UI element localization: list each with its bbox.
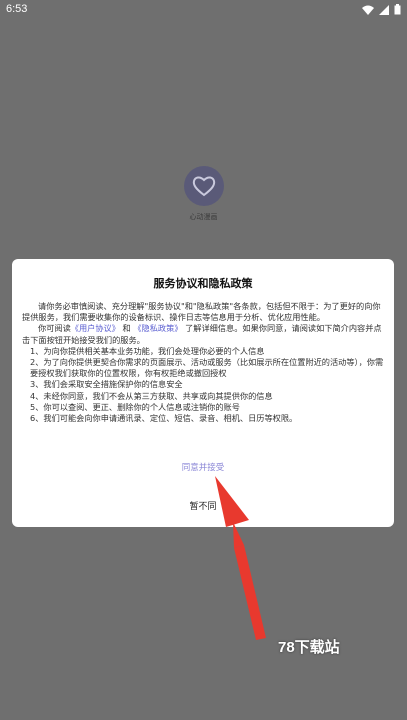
battery-icon <box>394 4 401 15</box>
app-logo <box>184 166 224 206</box>
heart-logo-icon <box>192 176 216 197</box>
list-item: 3、我们会采取安全措施保护你的信息安全 <box>30 379 183 390</box>
status-icons <box>362 4 401 15</box>
agree-button[interactable]: 同意并接受 <box>12 461 394 473</box>
signal-icon <box>379 4 389 15</box>
privacy-policy-link[interactable]: 《隐私政策》 <box>133 323 182 333</box>
status-bar: 6:53 <box>0 0 407 22</box>
list-item: 4、未经你同意，我们不会从第三方获取、共享或向其提供你的信息 <box>30 390 273 401</box>
wifi-icon <box>362 5 374 15</box>
read-prefix: 你可阅读 <box>38 323 71 334</box>
watermark: 78下载站 <box>278 639 340 656</box>
status-time: 6:53 <box>6 3 28 15</box>
list-item: 6、我们可能会向你申请通讯录、定位、短信、录音、相机、日历等权限。 <box>30 413 298 424</box>
and-text: 和 <box>122 323 131 334</box>
app-name: 心动漫画 <box>189 213 218 221</box>
list-item: 5、你可以查阅、更正、删除你的个人信息或注销你的账号 <box>30 401 240 412</box>
dialog-read-links: 你可阅读《用户协议》 和 《隐私政策》 了解详细信息。如果你同意，请阅读如下简介… <box>22 323 386 345</box>
dialog-title: 服务协议和隐私政策 <box>153 277 253 290</box>
list-item: 2、为了向你提供更契合你需求的页面展示、活动或服务（比如展示所在位置附近的活动等… <box>30 357 384 379</box>
dialog-intro: 请你务必审慎阅读、充分理解"服务协议"和"隐私政策"各条款，包括但不限于：为了更… <box>22 301 381 323</box>
disagree-button[interactable]: 暂不同 <box>12 499 394 512</box>
dialog-body: 请你务必审慎阅读、充分理解"服务协议"和"隐私政策"各条款，包括但不限于：为了更… <box>22 301 386 424</box>
user-agreement-link[interactable]: 《用户协议》 <box>71 323 120 333</box>
privacy-dialog: 服务协议和隐私政策 请你务必审慎阅读、充分理解"服务协议"和"隐私政策"各条款，… <box>12 259 394 527</box>
list-item: 1、为向你提供相关基本业务功能，我们会处理你必要的个人信息 <box>30 345 265 356</box>
